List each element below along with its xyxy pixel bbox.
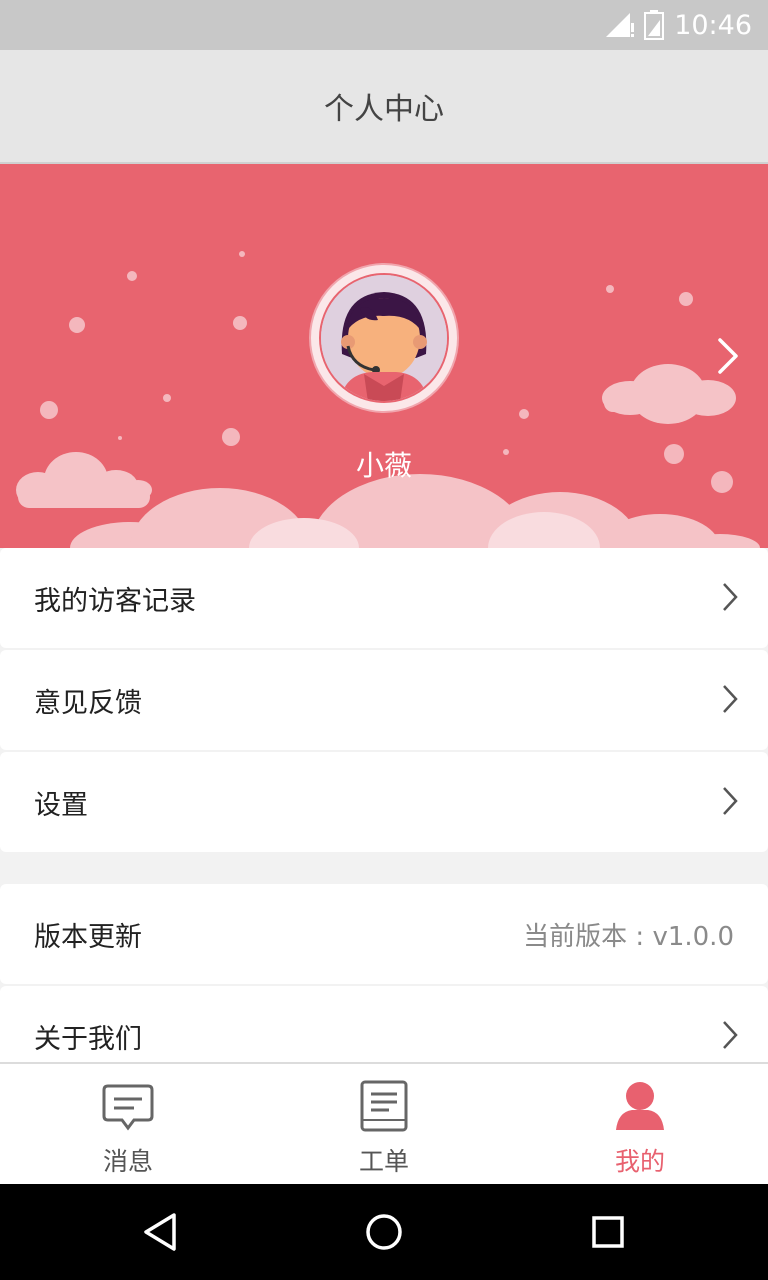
tab-mine[interactable]: 我的: [512, 1064, 768, 1186]
menu-item-label: 设置: [34, 789, 88, 821]
menu-item-version-update[interactable]: 版本更新 当前版本 : v1.0.0: [0, 884, 768, 984]
menu-item-label: 版本更新: [34, 921, 142, 953]
document-icon: [360, 1080, 408, 1132]
status-time: 10:46: [674, 9, 752, 41]
chevron-right-icon: [723, 583, 738, 611]
tab-label: 工单: [358, 1147, 409, 1176]
back-icon[interactable]: [140, 1212, 180, 1252]
menu-item-label: 意见反馈: [34, 687, 142, 719]
system-nav-bar: [0, 1184, 768, 1280]
current-version: 当前版本 : v1.0.0: [523, 921, 734, 952]
tab-messages[interactable]: 消息: [0, 1064, 256, 1186]
recents-icon[interactable]: [590, 1212, 626, 1252]
message-icon: [102, 1084, 154, 1131]
status-icons: 10:46: [604, 0, 752, 50]
chevron-right-icon: [723, 787, 738, 815]
home-icon[interactable]: [364, 1212, 404, 1252]
app-bar: 个人中心: [0, 50, 768, 164]
menu-item-settings[interactable]: 设置: [0, 752, 768, 852]
menu-item-feedback[interactable]: 意见反馈: [0, 650, 768, 750]
chevron-right-icon[interactable]: [716, 336, 740, 376]
menu-item-label: 我的访客记录: [34, 585, 196, 617]
profile-banner[interactable]: [0, 164, 768, 548]
avatar-icon: [321, 275, 447, 401]
battery-icon: [644, 10, 665, 40]
signal-icon: [606, 13, 635, 37]
chevron-right-icon: [723, 1021, 738, 1049]
status-bar: 10:46: [0, 0, 768, 50]
menu-item-visitor-records[interactable]: 我的访客记录: [0, 548, 768, 648]
tab-label: 消息: [102, 1147, 153, 1176]
profile-name: 小薇: [355, 449, 412, 482]
page-title: 个人中心: [324, 92, 444, 127]
bottom-tab-bar: 消息 工单 我的: [0, 1062, 768, 1186]
tab-label: 我的: [614, 1147, 665, 1176]
menu-item-label: 关于我们: [34, 1023, 142, 1055]
chevron-right-icon: [723, 685, 738, 713]
tab-work-orders[interactable]: 工单: [256, 1064, 512, 1186]
profile-icon: [616, 1082, 664, 1130]
